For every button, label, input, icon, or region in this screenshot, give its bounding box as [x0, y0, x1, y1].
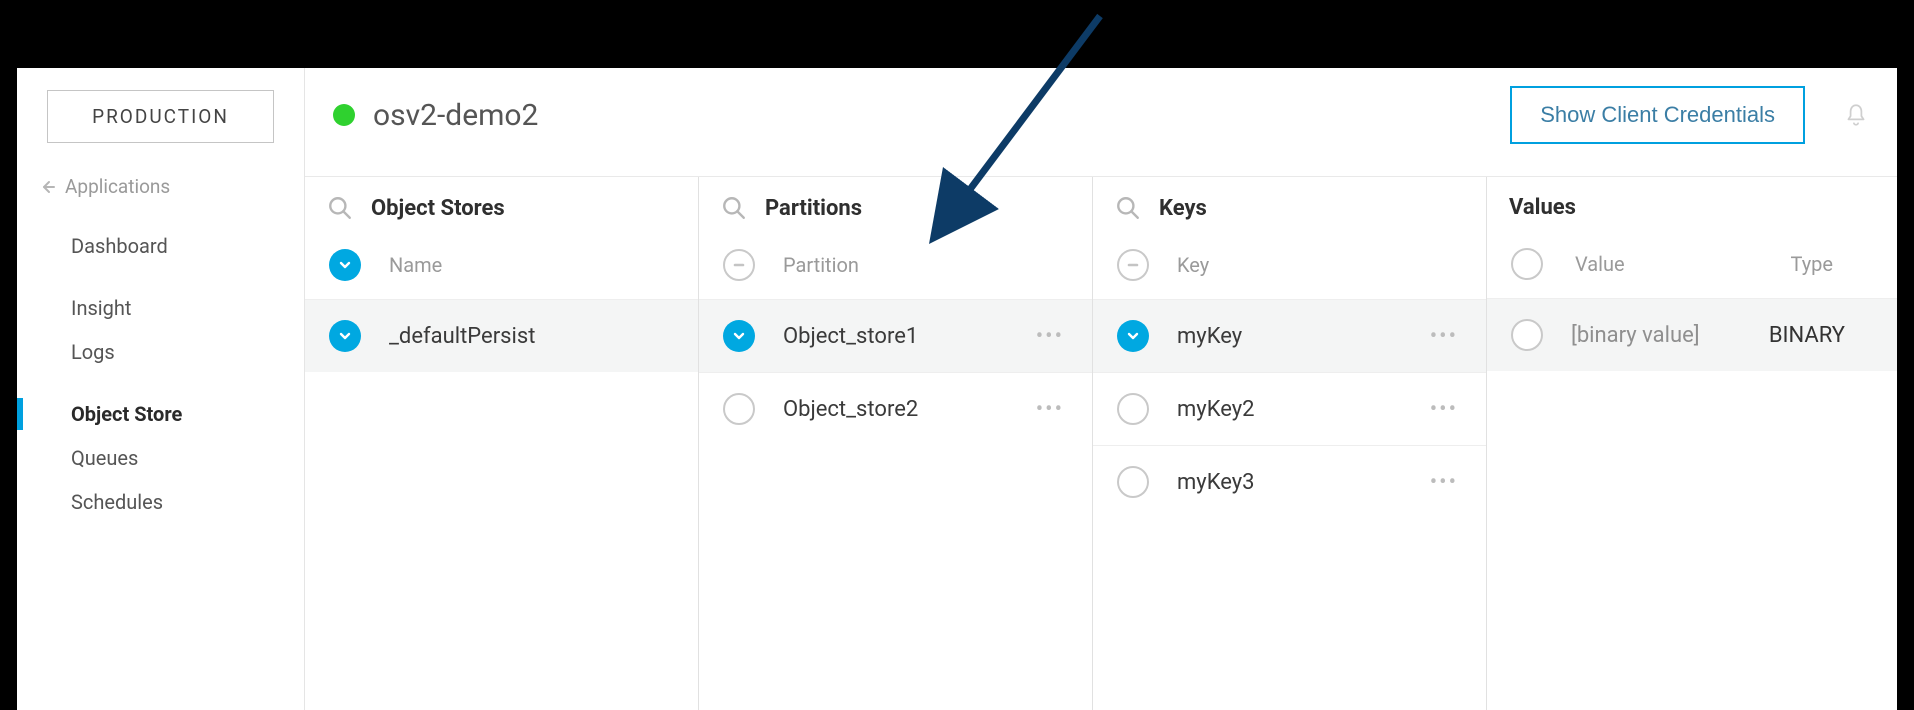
column-subheader-object-stores: Name — [305, 237, 698, 299]
search-icon[interactable] — [1115, 195, 1141, 221]
environment-selector[interactable]: PRODUCTION — [47, 90, 274, 143]
nav-spacer — [17, 268, 304, 286]
app-title: osv2-demo2 — [373, 98, 1510, 133]
key-row[interactable]: myKey3 ••• — [1093, 445, 1486, 518]
column-values: Values Value Type [binary value] BINARY — [1487, 177, 1897, 710]
row-label: myKey3 — [1177, 470, 1255, 495]
more-icon[interactable]: ••• — [1426, 470, 1462, 495]
column-keys: Keys Key myKey ••• myKey2 — [1093, 177, 1487, 710]
select-all-toggle[interactable] — [1117, 249, 1149, 281]
row-select-toggle[interactable] — [723, 320, 755, 352]
column-object-stores: Object Stores Name _defaultPersist — [305, 177, 699, 710]
partition-row[interactable]: Object_store2 ••• — [699, 372, 1092, 445]
column-sub-label: Name — [389, 253, 442, 277]
column-header-values: Values — [1487, 177, 1897, 236]
column-title: Object Stores — [371, 196, 505, 221]
column-subheader-partitions: Partition — [699, 237, 1092, 299]
row-select-toggle[interactable] — [329, 320, 361, 352]
row-label: myKey — [1177, 324, 1242, 349]
back-to-applications-link[interactable]: Applications — [17, 171, 304, 224]
nav-queues[interactable]: Queues — [17, 436, 304, 480]
key-row[interactable]: myKey ••• — [1093, 299, 1486, 372]
column-partitions: Partitions Partition Object_store1 ••• — [699, 177, 1093, 710]
nav-schedules[interactable]: Schedules — [17, 480, 304, 524]
column-header-partitions: Partitions — [699, 177, 1092, 237]
status-indicator-icon — [333, 104, 355, 126]
nav-insight[interactable]: Insight — [17, 286, 304, 330]
value-type: BINARY — [1769, 323, 1845, 348]
column-title: Keys — [1159, 196, 1207, 221]
row-label: Object_store1 — [783, 324, 918, 349]
partition-row[interactable]: Object_store1 ••• — [699, 299, 1092, 372]
column-subheader-keys: Key — [1093, 237, 1486, 299]
back-link-label: Applications — [65, 175, 170, 198]
column-sub-value-label: Value — [1575, 252, 1625, 276]
nav-spacer — [17, 374, 304, 392]
nav-dashboard[interactable]: Dashboard — [17, 224, 304, 268]
column-header-keys: Keys — [1093, 177, 1486, 237]
row-select-toggle[interactable] — [723, 393, 755, 425]
column-header-object-stores: Object Stores — [305, 177, 698, 237]
nav-object-store[interactable]: Object Store — [17, 392, 304, 436]
row-select-toggle[interactable] — [1117, 466, 1149, 498]
arrow-left-icon — [39, 179, 55, 195]
object-store-row[interactable]: _defaultPersist — [305, 299, 698, 372]
nav-logs[interactable]: Logs — [17, 330, 304, 374]
row-select-toggle[interactable] — [1117, 320, 1149, 352]
column-subheader-values: Value Type — [1487, 236, 1897, 298]
search-icon[interactable] — [721, 195, 747, 221]
more-icon[interactable]: ••• — [1426, 324, 1462, 349]
columns-area: Object Stores Name _defaultPersist — [305, 176, 1897, 710]
show-client-credentials-button[interactable]: Show Client Credentials — [1510, 86, 1805, 144]
select-all-toggle[interactable] — [329, 249, 361, 281]
more-icon[interactable]: ••• — [1426, 397, 1462, 422]
key-row[interactable]: myKey2 ••• — [1093, 372, 1486, 445]
main-panel: osv2-demo2 Show Client Credentials Objec… — [305, 68, 1897, 710]
value-row[interactable]: [binary value] BINARY — [1487, 298, 1897, 371]
select-all-toggle[interactable] — [723, 249, 755, 281]
row-label: Object_store2 — [783, 397, 918, 422]
value-text: [binary value] — [1571, 323, 1700, 348]
row-label: myKey2 — [1177, 397, 1255, 422]
row-select-toggle[interactable] — [1511, 319, 1543, 351]
more-icon[interactable]: ••• — [1032, 397, 1068, 422]
select-all-toggle[interactable] — [1511, 248, 1543, 280]
app-frame: PRODUCTION Applications Dashboard Insigh… — [17, 68, 1897, 710]
sidebar: PRODUCTION Applications Dashboard Insigh… — [17, 68, 305, 710]
search-icon[interactable] — [327, 195, 353, 221]
column-sub-label: Partition — [783, 253, 859, 277]
column-sub-label: Key — [1177, 253, 1209, 277]
more-icon[interactable]: ••• — [1032, 324, 1068, 349]
column-title: Values — [1509, 195, 1576, 220]
column-sub-type-label: Type — [1790, 252, 1833, 276]
bell-icon[interactable] — [1843, 101, 1869, 129]
row-label: _defaultPersist — [389, 324, 535, 349]
row-select-toggle[interactable] — [1117, 393, 1149, 425]
column-title: Partitions — [765, 196, 862, 221]
page-header: osv2-demo2 Show Client Credentials — [305, 68, 1897, 176]
